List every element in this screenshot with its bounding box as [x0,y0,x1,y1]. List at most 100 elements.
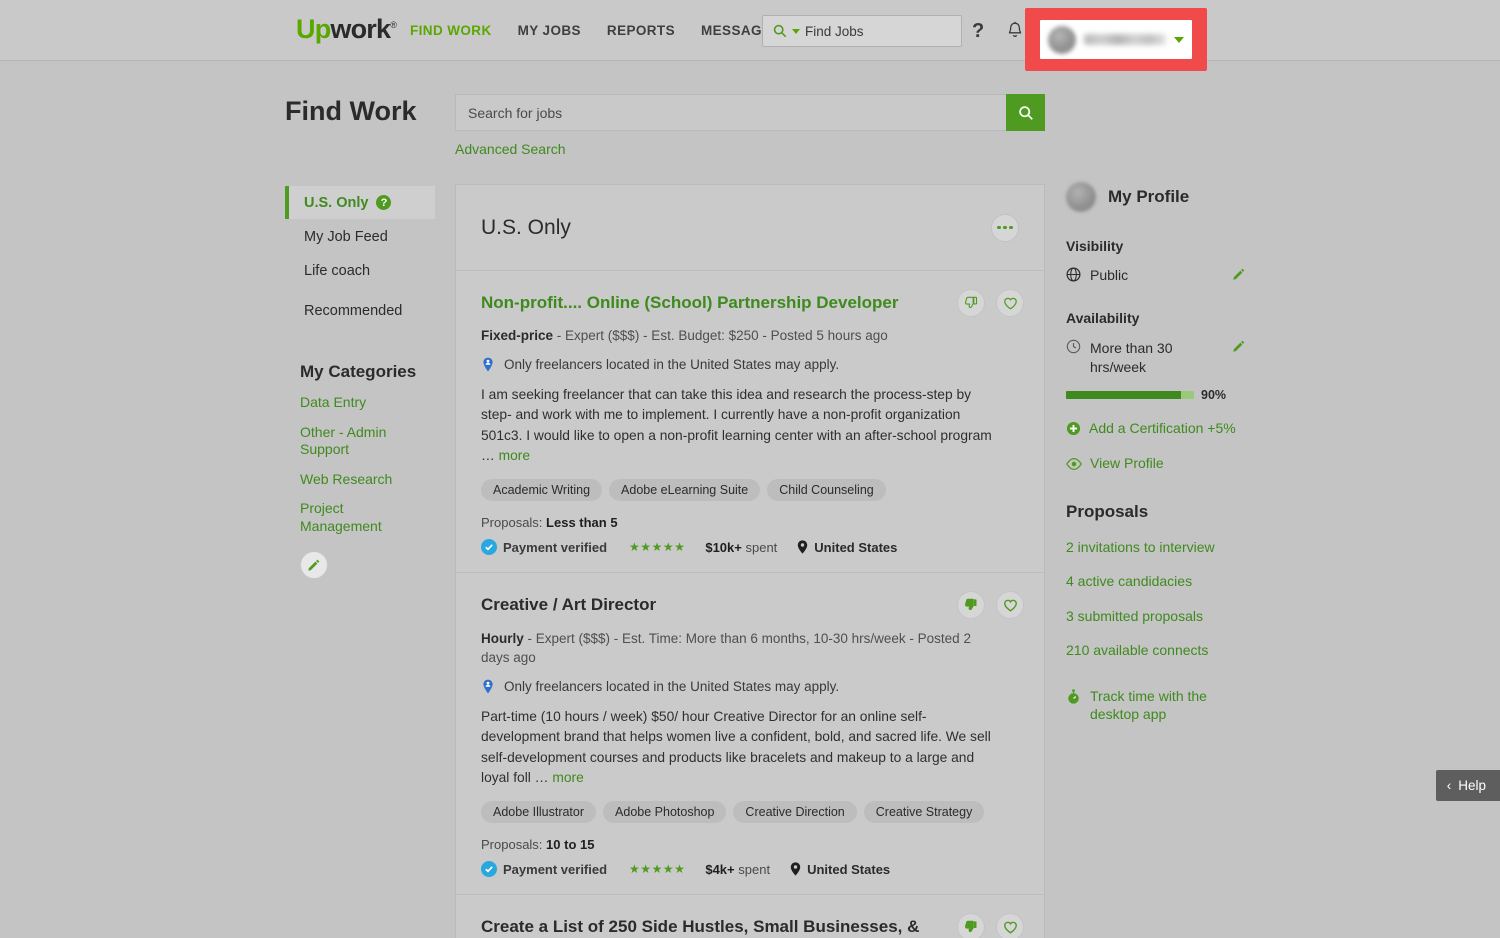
upwork-logo[interactable]: Upwork® [296,14,397,44]
dismiss-job-button[interactable] [957,591,985,620]
sidebar-item-us-only[interactable]: U.S. Only ? [285,186,435,219]
sidebar-item-life-coach[interactable]: Life coach [285,254,435,287]
job-proposals-value: Less than 5 [546,515,618,531]
edit-categories-button[interactable] [300,551,328,579]
category-link-data-entry[interactable]: Data Entry [285,394,405,412]
save-job-button[interactable] [996,913,1024,938]
advanced-search-link[interactable]: Advanced Search [455,141,566,157]
job-action-buttons [957,591,1024,620]
job-title-link[interactable]: Non-profit.... Online (School) Partnersh… [481,292,931,313]
job-list-title: U.S. Only [481,215,571,239]
save-job-button[interactable] [996,289,1024,317]
skill-tag[interactable]: Adobe Illustrator [481,801,597,824]
skill-tag[interactable]: Creative Strategy [863,801,985,824]
job-list-options-button[interactable] [991,213,1019,242]
job-search-bar [455,94,1045,131]
proposals-link-submitted[interactable]: 3 submitted proposals [1066,607,1216,625]
job-skill-tags: Adobe Illustrator Adobe Photoshop Creati… [481,801,1019,824]
proposals-link-connects[interactable]: 210 available connects [1066,641,1216,659]
job-skill-tags: Academic Writing Adobe eLearning Suite C… [481,479,1019,502]
client-country: United States [790,862,890,877]
sidebar-item-my-job-feed[interactable]: My Job Feed [285,220,435,253]
skill-tag[interactable]: Adobe eLearning Suite [609,479,761,502]
job-list-item[interactable]: Creative / Art Director Hourly - Expert … [456,573,1044,896]
map-pin-icon [798,540,808,555]
add-certification-link[interactable]: Add a Certification +5% [1066,419,1246,437]
job-list-item[interactable]: Create a List of 250 Side Hustles, Small… [456,895,1044,938]
search-input[interactable] [455,94,1006,131]
job-action-buttons [957,289,1024,317]
client-spent: $4k+ spent [705,862,770,877]
category-link-other-admin-support[interactable]: Other - Admin Support [285,424,405,459]
dismiss-job-button[interactable] [957,289,985,317]
my-categories-title: My Categories [300,362,417,381]
page-title: Find Work [285,96,417,126]
location-person-icon [483,679,493,694]
thumbs-down-icon [964,921,977,933]
skill-tag[interactable]: Child Counseling [767,479,886,502]
category-link-project-management[interactable]: Project Management [285,500,405,535]
nav-item-find-work[interactable]: FIND WORK [410,23,492,38]
header-search-dropdown[interactable]: Find Jobs [762,15,962,47]
job-list-item[interactable]: Non-profit.... Online (School) Partnersh… [456,271,1044,574]
nav-item-my-jobs[interactable]: MY JOBS [518,23,581,38]
sidebar-item-label: Life coach [304,262,371,279]
nav-item-reports[interactable]: REPORTS [607,23,675,38]
progress-bar [1066,390,1194,399]
help-icon[interactable]: ? [376,195,392,210]
view-profile-link[interactable]: View Profile [1066,454,1246,472]
skill-tag[interactable]: Creative Direction [733,801,857,824]
chevron-down-icon [1174,36,1184,43]
job-more-link[interactable]: more [552,770,583,785]
map-pin-icon [790,862,801,877]
search-submit-button[interactable] [1006,94,1045,131]
job-meta-rest: - Expert ($$$) - Est. Budget: $250 - Pos… [553,328,888,344]
client-spent: $10k+ spent [705,540,777,555]
payment-verified-badge: Payment verified [481,539,607,556]
proposals-link-active-candidacies[interactable]: 4 active candidacies [1066,572,1216,590]
save-job-button[interactable] [996,591,1024,620]
pencil-icon [1233,268,1245,280]
pencil-icon [1233,340,1245,352]
heart-icon [1003,921,1017,934]
thumbs-down-icon [964,296,978,309]
logo-up-text: Up [296,14,331,44]
sidebar-item-label: U.S. Only [304,194,369,211]
client-country: United States [797,540,897,555]
job-description: I am seeking freelancer that can take th… [481,385,999,467]
dismiss-job-button[interactable] [957,913,985,938]
notification-bell-icon[interactable] [1006,21,1024,45]
skill-tag[interactable]: Adobe Photoshop [603,801,727,824]
client-spent-label: spent [738,861,771,877]
proposals-link-invitations[interactable]: 2 invitations to interview [1066,538,1216,556]
user-name-blurred [1084,34,1166,45]
heart-icon [1003,297,1017,309]
availability-value: More than 30 hrs/week [1090,340,1173,375]
check-circle-icon [481,539,497,556]
filters-sidebar: U.S. Only ? My Job Feed Life coach Recom… [285,186,435,579]
edit-visibility-button[interactable] [1232,267,1246,284]
help-question-icon[interactable]: ? [972,20,984,43]
track-time-link[interactable]: Track time with the desktop app [1066,687,1246,723]
sidebar-item-recommended[interactable]: Recommended [285,294,435,327]
help-tab[interactable]: ‹ Help [1435,770,1500,801]
sidebar-item-label: My Job Feed [304,228,388,245]
edit-availability-button[interactable] [1232,339,1246,356]
job-title-link[interactable]: Create a List of 250 Side Hustles, Small… [481,916,931,938]
job-type: Fixed-price [481,328,554,344]
job-more-link[interactable]: more [499,448,530,463]
user-menu-button[interactable] [1040,20,1192,59]
skill-tag[interactable]: Academic Writing [481,479,603,502]
eye-icon [1066,458,1082,470]
thumbs-down-icon [964,599,977,611]
avatar [1066,182,1096,212]
add-certification-label: Add a Certification +5% [1089,419,1236,436]
main-nav: FIND WORK MY JOBS REPORTS MESSAGES [410,23,781,38]
help-tab-label: Help [1458,778,1486,793]
globe-icon [1066,267,1081,282]
category-link-web-research[interactable]: Web Research [285,471,405,489]
job-title-link[interactable]: Creative / Art Director [481,594,931,615]
job-meta-rest: - Expert ($$$) - Est. Time: More than 6 … [481,630,971,666]
payment-verified-badge: Payment verified [481,861,607,878]
job-proposals: Proposals: Less than 5 [481,515,1019,530]
